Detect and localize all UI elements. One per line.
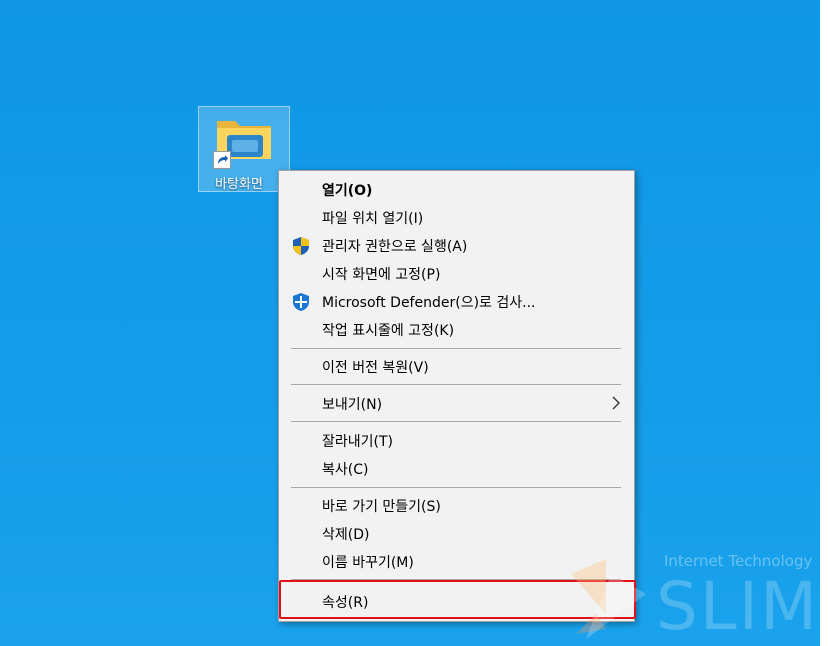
menu-item-label: 관리자 권한으로 실행(A) <box>322 239 468 255</box>
menu-item-label: 삭제(D) <box>322 527 370 543</box>
menu-item-label: 파일 위치 열기(I) <box>322 211 424 227</box>
window-edge <box>820 0 828 646</box>
menu-item-label: 이름 바꾸기(M) <box>322 555 414 571</box>
menu-item-label: Microsoft Defender(으)로 검사... <box>322 295 536 311</box>
menu-separator <box>291 348 621 349</box>
desktop-shortcut-icon[interactable]: 바탕화면 <box>198 106 290 192</box>
menu-item-create-shortcut[interactable]: 바로 가기 만들기(S) <box>281 491 632 519</box>
menu-item-label: 이전 버전 복원(V) <box>322 360 429 376</box>
menu-item-cut[interactable]: 잘라내기(T) <box>281 426 632 454</box>
uac-shield-icon <box>293 237 309 255</box>
menu-item-label: 속성(R) <box>322 595 369 611</box>
shortcut-arrow-icon <box>213 151 231 169</box>
watermark-line1: Internet Technology <box>664 552 813 570</box>
defender-shield-icon <box>293 293 309 311</box>
menu-item-send-to[interactable]: 보내기(N) <box>281 389 632 417</box>
menu-item-label: 열기(O) <box>322 183 373 199</box>
menu-item-label: 시작 화면에 고정(P) <box>322 267 441 283</box>
menu-item-label: 잘라내기(T) <box>322 434 393 450</box>
menu-item-label: 복사(C) <box>322 462 369 478</box>
menu-item-properties[interactable]: 속성(R) <box>279 580 636 619</box>
menu-item-copy[interactable]: 복사(C) <box>281 454 632 482</box>
menu-item-label: 보내기(N) <box>322 397 383 413</box>
menu-item-pin-to-taskbar[interactable]: 작업 표시줄에 고정(K) <box>281 315 632 343</box>
menu-separator <box>291 384 621 385</box>
shortcut-label: 바탕화면 <box>215 177 263 192</box>
menu-item-open-file-location[interactable]: 파일 위치 열기(I) <box>281 203 632 231</box>
menu-item-open[interactable]: 열기(O) <box>281 175 632 203</box>
menu-item-delete[interactable]: 삭제(D) <box>281 519 632 547</box>
menu-separator <box>291 421 621 422</box>
menu-item-restore-previous-versions[interactable]: 이전 버전 복원(V) <box>281 352 632 380</box>
menu-item-label: 작업 표시줄에 고정(K) <box>322 323 455 339</box>
menu-item-defender-scan[interactable]: Microsoft Defender(으)로 검사... <box>281 287 632 315</box>
menu-item-rename[interactable]: 이름 바꾸기(M) <box>281 547 632 575</box>
menu-item-pin-to-start[interactable]: 시작 화면에 고정(P) <box>281 259 632 287</box>
menu-separator <box>291 487 621 488</box>
watermark-line2: SLIM <box>656 568 820 645</box>
chevron-right-icon <box>612 396 620 410</box>
menu-item-run-as-admin[interactable]: 관리자 권한으로 실행(A) <box>281 231 632 259</box>
context-menu: 열기(O) 파일 위치 열기(I) 관리자 권한으로 실행(A) 시작 화면에 … <box>278 170 636 622</box>
menu-item-label: 바로 가기 만들기(S) <box>322 499 441 515</box>
